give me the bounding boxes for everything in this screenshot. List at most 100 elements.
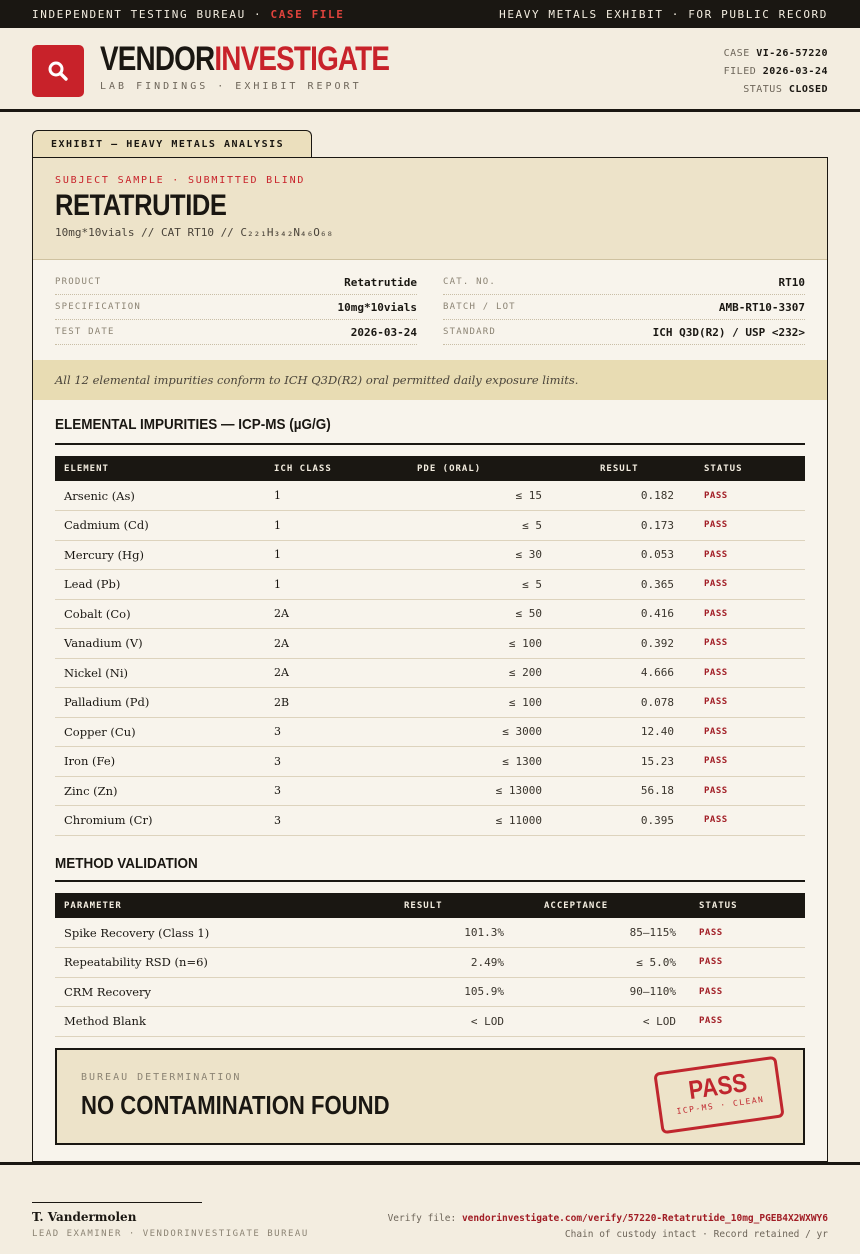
table-cell: 2A: [274, 607, 289, 621]
table-cell: Method Blank: [64, 1014, 146, 1029]
filed-label: FILED: [723, 66, 757, 77]
table-cell: ≤ 100: [508, 636, 542, 650]
verify-link[interactable]: vendorinvestigate.com/verify/57220-Retat…: [462, 1213, 828, 1224]
table-row: Zinc (Zn) 3 ≤ 13000 56.18 PASS: [55, 776, 805, 806]
meta-row: CAT. NO. RT10: [443, 270, 805, 295]
exhibit-tab: EXHIBIT — HEAVY METALS ANALYSIS: [32, 130, 312, 158]
table-cell: 90–110%: [629, 985, 676, 999]
table-cell: 12.40: [640, 725, 674, 739]
meta-key: CAT. NO.: [443, 277, 496, 287]
table-row: Cobalt (Co) 2A ≤ 50 0.416 PASS: [55, 599, 805, 629]
logo[interactable]: [32, 45, 84, 97]
table-cell: 2A: [274, 666, 289, 680]
status-badge: PASS: [699, 986, 723, 997]
table-row: Copper (Cu) 3 ≤ 3000 12.40 PASS: [55, 717, 805, 747]
meta-row: TEST DATE 2026-03-24: [55, 320, 417, 345]
top-bar: INDEPENDENT TESTING BUREAU · CASE FILE H…: [0, 0, 860, 28]
table-row: Vanadium (V) 2A ≤ 100 0.392 PASS: [55, 629, 805, 658]
meta-key: SPECIFICATION: [55, 302, 142, 312]
meta-column-left: PRODUCT Retatrutide SPECIFICATION 10mg*10v…: [55, 270, 417, 345]
table-row: Arsenic (As) 1 ≤ 15 0.182 PASS: [55, 481, 805, 511]
table-cell: Arsenic (As): [64, 488, 135, 503]
table-row: Iron (Fe) 3 ≤ 1300 15.23 PASS: [55, 747, 805, 776]
status-badge: PASS: [704, 726, 728, 737]
verify-block: Verify file: vendorinvestigate.com/verif…: [388, 1211, 828, 1243]
table-row: Method Blank < LOD < LOD PASS: [55, 1007, 805, 1036]
case-file-label: CASE FILE: [270, 7, 345, 21]
meta-value: AMB-RT10-3307: [718, 300, 805, 314]
table-header-row: ELEMENT ICH CLASS PDE (ORAL) RESULT STAT…: [55, 456, 805, 481]
meta-column-right: CAT. NO. RT10 BATCH / LOT AMB-RT10-3307 ST…: [443, 270, 805, 345]
table-cell: Cobalt (Co): [64, 606, 131, 621]
column-header: STATUS: [704, 463, 743, 474]
table-cell: 0.173: [640, 518, 674, 532]
bureau-determination: BUREAU DETERMINATION NO CONTAMINATION FO…: [55, 1048, 805, 1145]
meta-row: STANDARD ICH Q3D(R2) / USP <232>: [443, 320, 805, 345]
table-cell: ≤ 1300: [502, 754, 542, 768]
meta-row: PRODUCT Retatrutide: [55, 270, 417, 295]
meta-value: ICH Q3D(R2) / USP <232>: [652, 325, 805, 339]
table-cell: ≤ 100: [508, 695, 542, 709]
exhibit-card: SUBJECT SAMPLE · SUBMITTED BLIND RETATRU…: [32, 157, 828, 1162]
brand-wordmark: VENDORINVESTIGATE: [100, 40, 390, 78]
case-meta: CASE VI-26-57220 FILED 2026-03-24 STATUS…: [724, 45, 828, 99]
table-cell: 1: [274, 548, 281, 562]
column-header: RESULT: [600, 463, 639, 474]
table-row: Mercury (Hg) 1 ≤ 30 0.053 PASS: [55, 540, 805, 570]
column-header: PARAMETER: [64, 900, 122, 911]
table-cell: 105.9%: [464, 985, 504, 999]
status-badge: PASS: [699, 957, 723, 968]
page-header: VENDORINVESTIGATE LAB FINDINGS · EXHIBIT…: [0, 28, 860, 112]
table-cell: < LOD: [642, 1014, 676, 1028]
table-row: CRM Recovery 105.9% 90–110% PASS: [55, 977, 805, 1007]
subject-name: RETATRUTIDE: [55, 189, 227, 222]
table-cell: 4.666: [640, 666, 674, 680]
summary-banner: All 12 elemental impurities conform to I…: [33, 360, 827, 400]
determination-eyebrow: BUREAU DETERMINATION: [81, 1072, 242, 1083]
meta-key: PRODUCT: [55, 277, 102, 287]
meta-key: STANDARD: [443, 327, 496, 337]
top-bar-left: INDEPENDENT TESTING BUREAU · CASE FILE: [32, 8, 344, 21]
table-cell: Vanadium (V): [64, 636, 143, 651]
table-cell: ≤ 5.0%: [636, 955, 676, 969]
pass-stamp: PASS ICP-MS · CLEAN: [653, 1055, 785, 1135]
table-cell: 0.395: [640, 813, 674, 827]
table-cell: ≤ 50: [515, 607, 543, 621]
table-row: Palladium (Pd) 2B ≤ 100 0.078 PASS: [55, 688, 805, 717]
determination-verdict: NO CONTAMINATION FOUND: [81, 1090, 390, 1120]
table-row: Repeatability RSD (n=6) 2.49% ≤ 5.0% PASS: [55, 948, 805, 977]
table-row: Cadmium (Cd) 1 ≤ 5 0.173 PASS: [55, 511, 805, 540]
filed-date: 2026-03-24: [762, 66, 828, 77]
table-row: Chromium (Cr) 3 ≤ 11000 0.395 PASS: [55, 806, 805, 835]
table-row: Nickel (Ni) 2A ≤ 200 4.666 PASS: [55, 658, 805, 688]
status-badge: PASS: [704, 667, 728, 678]
table-cell: 3: [274, 725, 281, 739]
meta-key: BATCH / LOT: [443, 302, 516, 312]
table-cell: Cadmium (Cd): [64, 518, 149, 533]
subject-subline: 10mg*10vials // CAT RT10 // C₂₂₁H₃₄₂N₄₆O…: [55, 226, 334, 239]
bureau-label: INDEPENDENT TESTING BUREAU ·: [32, 7, 263, 21]
table-cell: 85–115%: [629, 926, 676, 939]
table-cell: 0.182: [640, 489, 674, 502]
table-cell: Chromium (Cr): [64, 813, 153, 828]
status-badge: PASS: [704, 520, 728, 531]
table-cell: 3: [274, 813, 281, 827]
validation-title: METHOD VALIDATION: [55, 855, 198, 872]
section-rule: [55, 443, 805, 445]
table-cell: 3: [274, 754, 281, 768]
column-header: ACCEPTANCE: [544, 900, 609, 911]
case-number: VI-26-57220: [756, 48, 828, 59]
status-badge: PASS: [699, 1016, 723, 1027]
table-cell: 15.23: [640, 754, 674, 768]
table-cell: 2.49%: [470, 955, 504, 969]
brand-part-vendor: VENDOR: [100, 40, 215, 78]
meta-value: 10mg*10vials: [337, 300, 417, 314]
status-label: STATUS: [743, 84, 783, 95]
top-bar-right: HEAVY METALS EXHIBIT · FOR PUBLIC RECORD: [499, 7, 828, 21]
page-footer: T. Vandermolen LEAD EXAMINER · VENDORINV…: [0, 1162, 860, 1254]
column-header: STATUS: [699, 900, 738, 911]
status-badge: PASS: [704, 638, 728, 649]
table-cell: Zinc (Zn): [64, 783, 118, 798]
column-header: RESULT: [404, 900, 443, 911]
table-cell: Spike Recovery (Class 1): [64, 925, 210, 940]
